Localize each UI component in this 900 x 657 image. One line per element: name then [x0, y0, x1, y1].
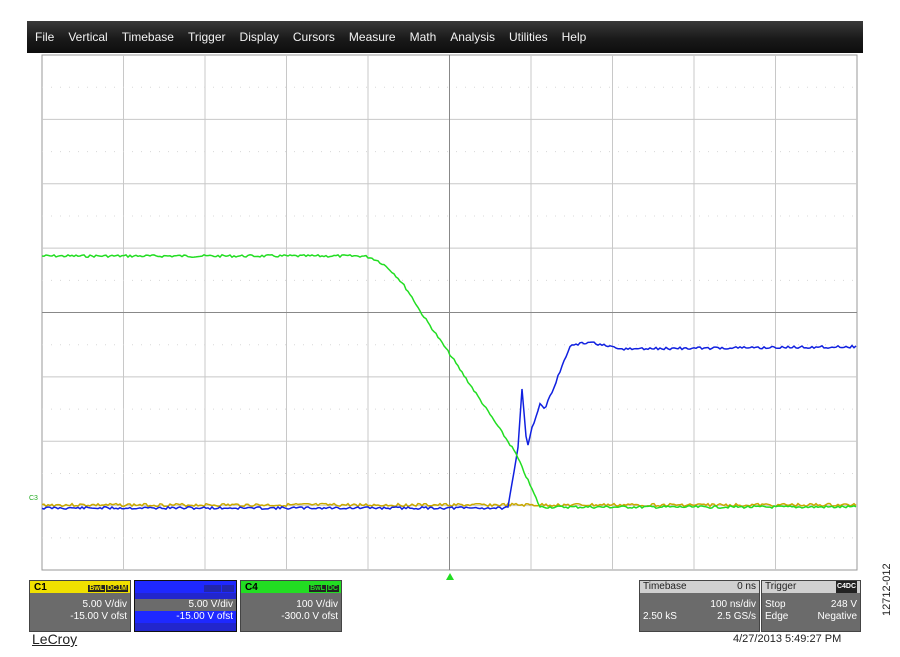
graticule — [41, 54, 858, 571]
channel-4-panel[interactable]: C4 BwL DC 100 V/div -300.0 V ofst — [240, 580, 342, 632]
trigger-slope: Negative — [817, 611, 857, 622]
channel-3-coupling-badge: DC — [221, 584, 234, 592]
trigger-type: Edge — [765, 611, 789, 622]
figure-id: 12712-012 — [881, 563, 893, 616]
ground-level-label: C3 — [29, 495, 38, 502]
trigger-position-marker[interactable] — [446, 573, 454, 580]
timebase-per-div: 100 ns/div — [710, 599, 756, 610]
channel-4-coupling-badge: DC — [326, 584, 339, 592]
trigger-level: 248 V — [830, 599, 857, 610]
channel-1-tag: C1 — [34, 581, 47, 593]
timebase-rate: 2.5 GS/s — [717, 611, 756, 622]
trigger-panel[interactable]: Trigger C4DC Stop 248 V Edge Negative — [761, 580, 861, 632]
channel-1-coupling-badge: DC1M — [106, 584, 128, 592]
trigger-source-badge: C4DC — [835, 581, 857, 593]
trigger-mode: Stop — [765, 599, 786, 610]
channel-1-panel[interactable]: C1 BwL DC1M 5.00 V/div -15.00 V ofst — [29, 580, 131, 632]
channel-3-offset: -15.00 V ofst — [135, 611, 236, 623]
channel-1-bw-badge: BwL — [88, 584, 106, 592]
timebase-samples: 2.50 kS — [643, 611, 677, 622]
trigger-label: Trigger — [765, 581, 797, 592]
channel-1-scale: 5.00 V/div — [82, 599, 127, 610]
trigger-header: Trigger C4DC — [762, 581, 860, 593]
channel-1-header: C1 BwL DC1M — [30, 581, 130, 593]
lecroy-logo: LeCroy — [32, 631, 78, 647]
channel-1-offset: -15.00 V ofst — [70, 611, 127, 622]
channel-4-header: C4 BwL DC — [241, 581, 341, 593]
channel-4-offset: -300.0 V ofst — [281, 611, 338, 622]
timebase-label: Timebase — [643, 581, 687, 592]
timestamp: 4/27/2013 5:49:27 PM — [733, 633, 842, 645]
channel-4-bw-badge: BwL — [309, 584, 326, 592]
channel-4-scale: 100 V/div — [296, 599, 338, 610]
channel-3-bw-badge: BwL — [204, 584, 221, 592]
timebase-panel[interactable]: Timebase 0 ns 100 ns/div 2.50 kS 2.5 GS/… — [639, 580, 760, 632]
scope-display: C3 — [28, 54, 858, 580]
timebase-header: Timebase 0 ns — [640, 581, 759, 593]
channel-3-scale: 5.00 V/div — [135, 599, 236, 611]
channel-3-tag: C3 — [139, 581, 152, 593]
channel-3-header: C3 BwL DC — [135, 581, 236, 593]
timebase-delay: 0 ns — [737, 581, 756, 592]
channel-4-tag: C4 — [245, 581, 258, 593]
channel-3-panel[interactable]: C3 BwL DC 5.00 V/div -15.00 V ofst — [134, 580, 237, 632]
